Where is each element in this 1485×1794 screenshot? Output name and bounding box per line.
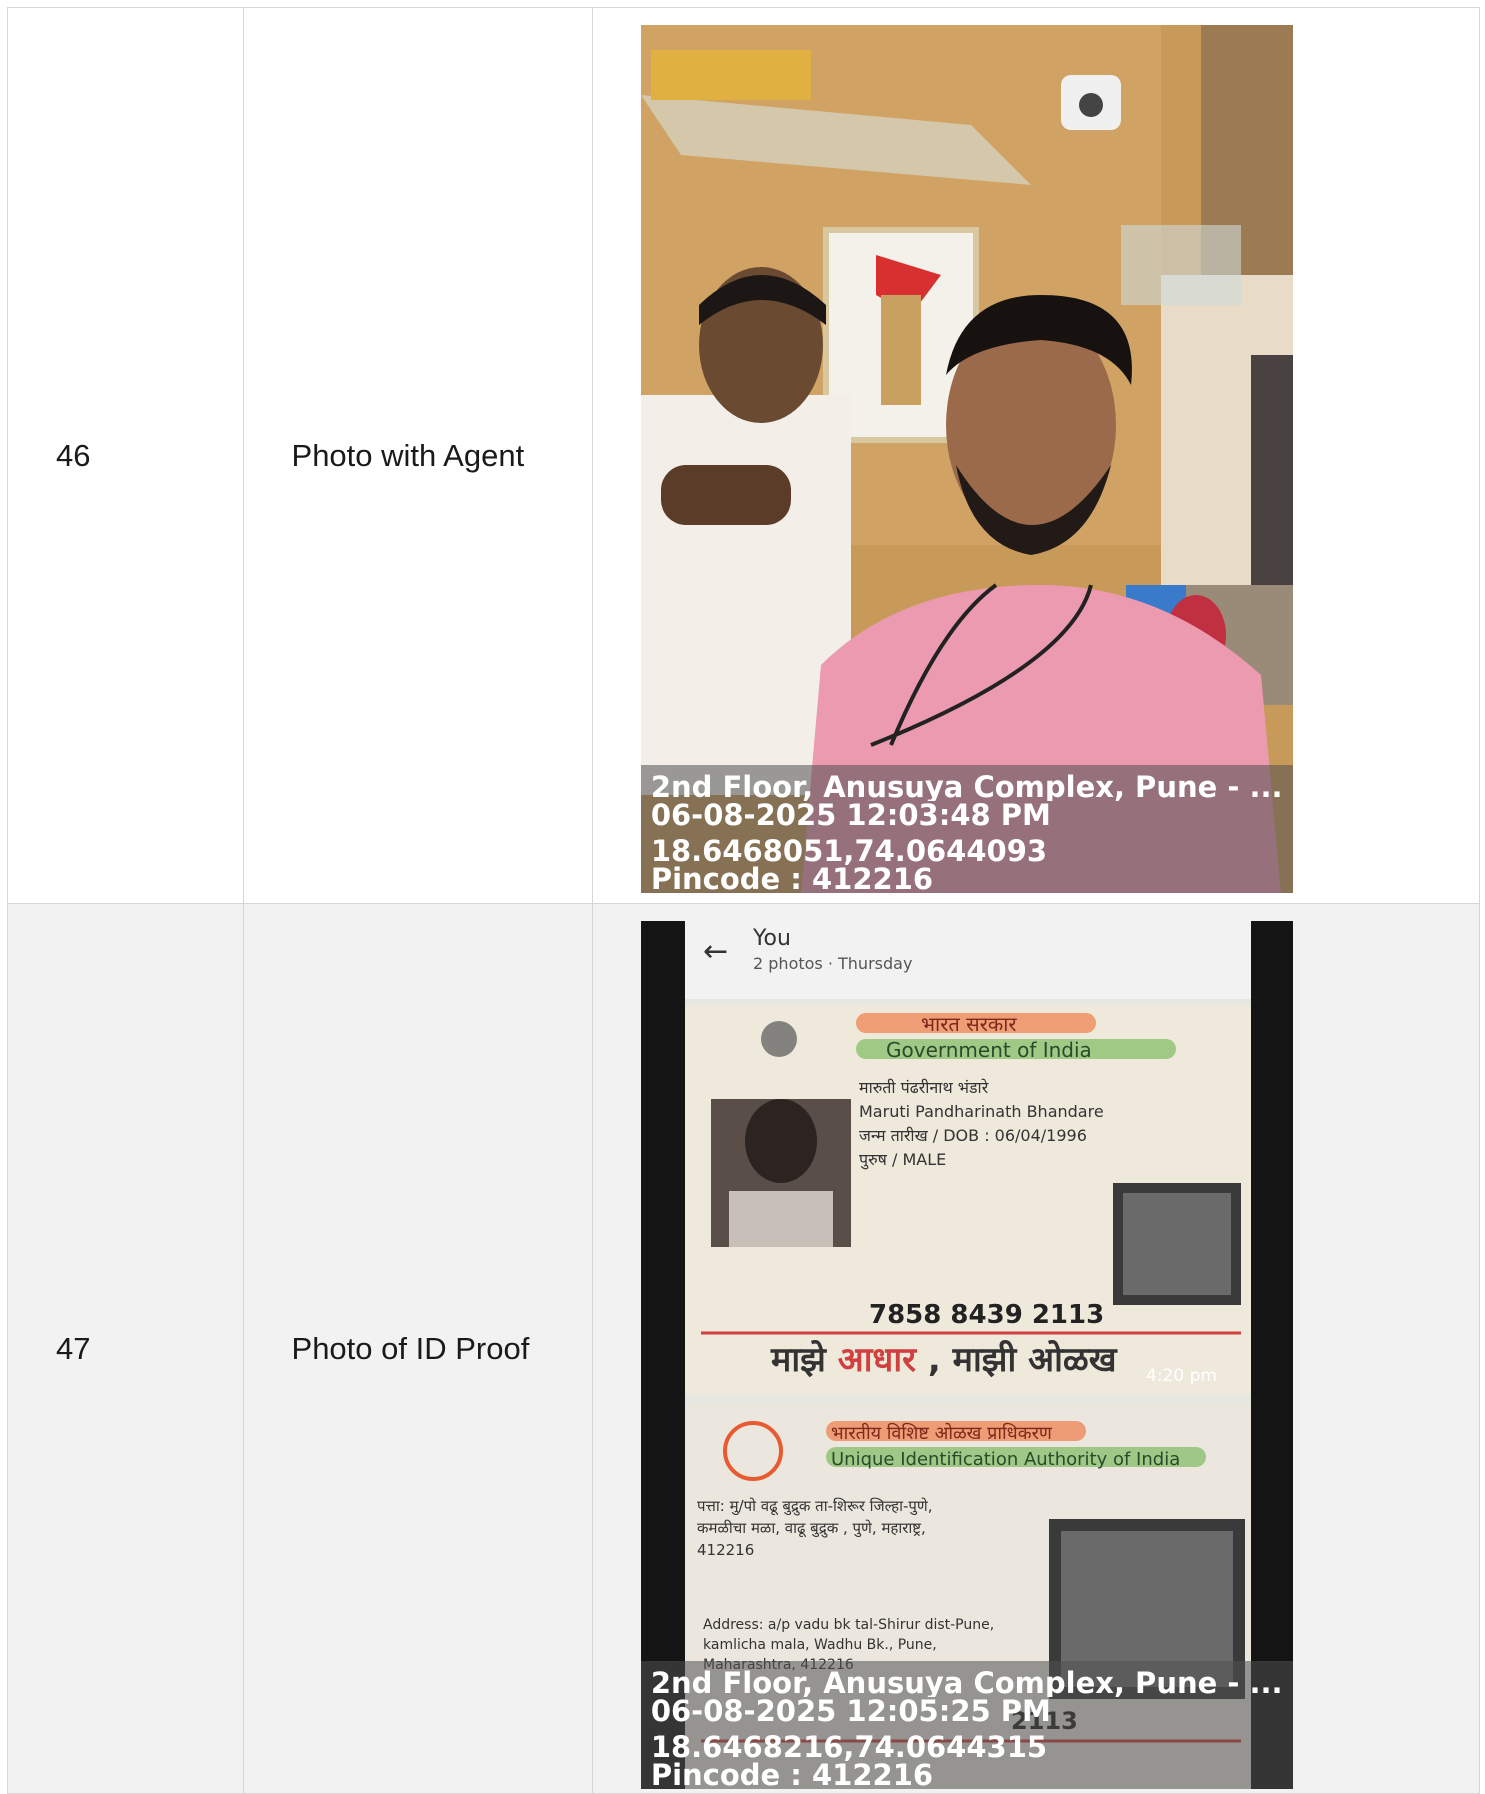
gov-english: Government of India: [886, 1038, 1092, 1062]
chat-meta: 2 photos · Thursday: [753, 954, 912, 973]
overlay-pincode: Pincode : 412216: [650, 865, 934, 893]
row-number: 47: [7, 903, 244, 1794]
gov-hindi: भारत सरकार: [921, 1012, 1017, 1036]
photo-cell: ← You 2 photos · Thursday भारत सरकार Gov…: [591, 903, 1481, 1794]
table-row: 46 Photo with Agent 2nd Floor, Anusuya C…: [7, 7, 1481, 904]
overlay-address: 2nd Floor, Anusuya Complex, Pune - ...: [650, 1669, 1283, 1697]
uidai-hindi: भारतीय विशिष्ट ओळख प्राधिकरण: [831, 1422, 1053, 1444]
geo-timestamp-overlay: 2nd Floor, Anusuya Complex, Pune - ... 0…: [640, 1661, 1293, 1789]
row-label: Photo with Agent: [242, 7, 593, 904]
overlay-datetime: 06-08-2025 12:03:48 PM: [650, 801, 1051, 829]
overlay-datetime: 06-08-2025 12:05:25 PM: [650, 1697, 1051, 1725]
table-row: 47 Photo of ID Proof ← You 2 photos · Th…: [7, 903, 1481, 1794]
geo-timestamp-overlay: 2nd Floor, Anusuya Complex, Pune - ... 0…: [640, 765, 1293, 893]
holder-dob: जन्म तारीख / DOB : 06/04/1996: [859, 1126, 1087, 1145]
row-number: 46: [7, 7, 244, 904]
uidai-english: Unique Identification Authority of India: [831, 1449, 1180, 1470]
overlay-coordinates: 18.6468216,74.0644315: [650, 1733, 1048, 1761]
address-english-2: kamlicha mala, Wadhu Bk., Pune,: [703, 1637, 937, 1653]
overlay-pincode: Pincode : 412216: [650, 1761, 934, 1789]
message-time: 4:20 pm: [1146, 1366, 1217, 1386]
row-label: Photo of ID Proof: [242, 903, 593, 1794]
agent-selfie-photo: 2nd Floor, Anusuya Complex, Pune - ... 0…: [640, 25, 1293, 893]
slogan-part-2: आधार: [838, 1340, 917, 1380]
holder-name: Maruti Pandharinath Bhandare: [859, 1102, 1104, 1121]
overlay-address: 2nd Floor, Anusuya Complex, Pune - ...: [650, 773, 1283, 801]
aadhaar-number: 7858 8439 2113: [869, 1300, 1104, 1330]
chat-name: You: [752, 926, 791, 951]
address-hindi-2: कमळीचा मळा, वाढू बुद्रुक , पुणे, महाराष्…: [697, 1519, 926, 1538]
holder-name-hindi: मारुती पंढरीनाथ भंडारे: [859, 1078, 989, 1097]
address-hindi-3: 412216: [697, 1541, 754, 1559]
id-proof-illustration: ← You 2 photos · Thursday भारत सरकार Gov…: [640, 921, 1293, 1789]
back-arrow-icon: ←: [703, 934, 728, 969]
address-hindi-1: पत्ता: मु/पो वढू बुद्रुक ता-शिरूर जिल्हा…: [697, 1497, 933, 1516]
slogan-part-3: , माझी ओळख: [928, 1339, 1118, 1380]
emblem-icon: [760, 1021, 797, 1057]
overlay-coordinates: 18.6468051,74.0644093: [650, 837, 1048, 865]
holder-gender: पुरुष / MALE: [859, 1150, 946, 1170]
records-table: 46 Photo with Agent 2nd Floor, Anusuya C…: [7, 7, 1481, 1794]
address-english-1: Address: a/p vadu bk tal-Shirur dist-Pun…: [703, 1617, 994, 1633]
id-proof-photo: ← You 2 photos · Thursday भारत सरकार Gov…: [640, 921, 1293, 1789]
slogan-part-1: माझे: [770, 1339, 827, 1380]
agent-selfie-illustration: [640, 25, 1293, 893]
svg-text:माझे आधार: माझे आधार , माझी ओळख: [770, 1339, 1118, 1380]
photo-cell: 2nd Floor, Anusuya Complex, Pune - ... 0…: [591, 7, 1481, 904]
